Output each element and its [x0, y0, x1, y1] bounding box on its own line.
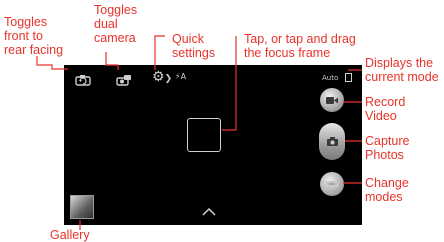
callout-leader-lines — [36, 35, 362, 230]
